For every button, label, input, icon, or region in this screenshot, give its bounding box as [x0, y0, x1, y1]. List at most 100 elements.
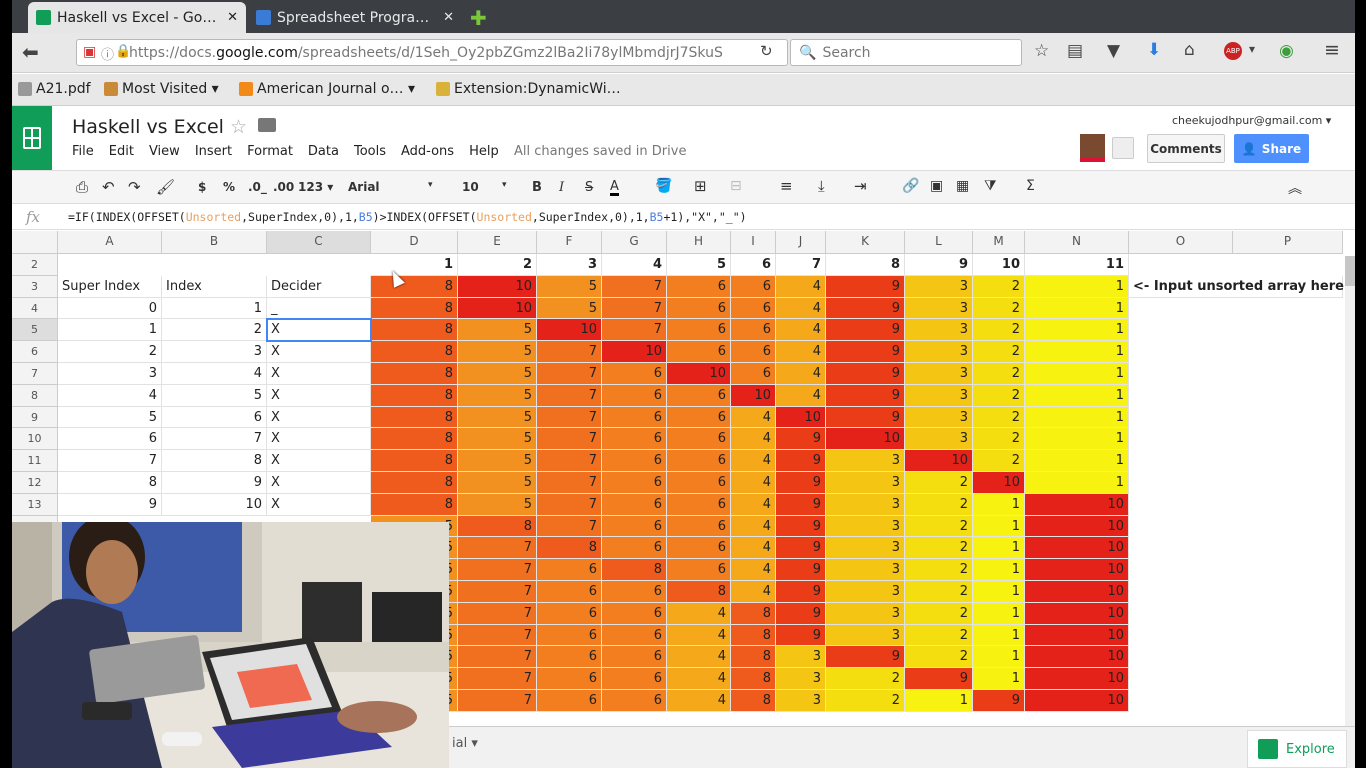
heatmap-cell[interactable]: 10 — [458, 297, 537, 320]
super-index-cell[interactable]: 0 — [58, 297, 162, 320]
menu-add-ons[interactable]: Add-ons — [401, 144, 454, 159]
index-number-cell[interactable]: 5 — [667, 254, 731, 276]
heatmap-cell[interactable]: 9 — [776, 624, 826, 647]
heatmap-cell[interactable]: 1 — [973, 581, 1025, 603]
heatmap-cell[interactable]: 6 — [537, 581, 602, 603]
currency-format-button[interactable]: $ — [198, 180, 206, 194]
explore-button[interactable]: Explore — [1247, 730, 1347, 768]
heatmap-cell[interactable]: 4 — [731, 581, 776, 603]
percent-format-button[interactable]: % — [223, 180, 235, 194]
heatmap-cell[interactable]: 5 — [458, 428, 537, 451]
heatmap-cell[interactable]: 1 — [1025, 406, 1129, 429]
index-number-cell[interactable]: 4 — [602, 254, 667, 276]
heatmap-cell[interactable]: 2 — [973, 363, 1025, 385]
heatmap-cell[interactable]: 3 — [905, 384, 973, 407]
heatmap-cell[interactable]: 6 — [667, 493, 731, 516]
heatmap-cell[interactable]: 4 — [731, 450, 776, 472]
heatmap-cell[interactable]: 1 — [973, 515, 1025, 538]
column-header-j[interactable]: J — [776, 231, 826, 254]
heatmap-cell[interactable]: 2 — [905, 559, 973, 581]
column-header-l[interactable]: L — [905, 231, 973, 254]
heatmap-cell[interactable]: 6 — [602, 668, 667, 690]
heatmap-cell[interactable]: 1 — [1025, 275, 1129, 298]
index-cell[interactable]: 2 — [162, 319, 267, 342]
label-index[interactable]: Index — [162, 275, 267, 298]
heatmap-cell[interactable]: 7 — [458, 668, 537, 690]
bookmark-a21-pdf[interactable]: A21.pdf — [18, 81, 91, 97]
tab-spreadsheet-programming[interactable]: Spreadsheet Progra… ✕ — [248, 2, 462, 33]
reading-list-icon[interactable]: ▤ — [1067, 41, 1083, 61]
heatmap-cell[interactable]: 6 — [602, 690, 667, 712]
borders-icon[interactable]: ⊞ — [694, 177, 707, 195]
heatmap-cell[interactable]: 6 — [731, 363, 776, 385]
heatmap-cell[interactable]: 2 — [973, 384, 1025, 407]
heatmap-cell[interactable]: 8 — [371, 275, 458, 298]
heatmap-cell[interactable]: 7 — [537, 472, 602, 494]
heatmap-cell[interactable]: 5 — [537, 275, 602, 298]
heatmap-cell[interactable]: 6 — [602, 537, 667, 560]
row-header-12[interactable]: 12 — [12, 472, 58, 494]
filter-icon[interactable]: ⧩ — [984, 178, 997, 194]
share-button[interactable]: 👤 Share — [1234, 134, 1309, 163]
heatmap-cell[interactable]: 6 — [667, 472, 731, 494]
heatmap-cell[interactable]: 9 — [826, 406, 905, 429]
heatmap-cell[interactable]: 6 — [602, 493, 667, 516]
heatmap-cell[interactable]: 8 — [667, 581, 731, 603]
heatmap-cell[interactable]: 10 — [776, 406, 826, 429]
align-left-icon[interactable]: ≡ — [780, 177, 793, 195]
heatmap-cell[interactable]: 1 — [973, 624, 1025, 647]
heatmap-cell[interactable]: 7 — [602, 297, 667, 320]
decider-cell[interactable]: X — [267, 450, 371, 472]
heatmap-cell[interactable]: 2 — [973, 297, 1025, 320]
heatmap-cell[interactable]: 1 — [905, 690, 973, 712]
decider-cell[interactable]: X — [267, 472, 371, 494]
heatmap-cell[interactable]: 6 — [667, 341, 731, 363]
heatmap-cell[interactable]: 6 — [537, 690, 602, 712]
sheets-logo-icon[interactable] — [12, 106, 52, 170]
bookmark-extension-dynamicwi[interactable]: Extension:DynamicWi… — [436, 81, 621, 97]
heatmap-cell[interactable]: 6 — [667, 275, 731, 298]
heatmap-cell[interactable]: 8 — [371, 428, 458, 451]
sheet-tab[interactable]: ial ▾ — [452, 736, 478, 751]
index-cell[interactable]: 1 — [162, 297, 267, 320]
print-icon[interactable]: ⎙ — [76, 178, 88, 196]
heatmap-cell[interactable]: 10 — [1025, 537, 1129, 560]
heatmap-cell[interactable]: 10 — [458, 275, 537, 298]
tab-haskell-vs-excel[interactable]: Haskell vs Excel - Go… ✕ — [28, 2, 246, 33]
heatmap-cell[interactable]: 10 — [826, 428, 905, 451]
heatmap-cell[interactable]: 7 — [602, 319, 667, 342]
vertical-scrollbar[interactable] — [1345, 256, 1355, 726]
menu-data[interactable]: Data — [308, 144, 339, 159]
heatmap-cell[interactable]: 3 — [826, 581, 905, 603]
menu-icon[interactable]: ≡ — [1324, 39, 1340, 61]
save-status[interactable]: All changes saved in Drive — [514, 144, 686, 159]
heatmap-cell[interactable]: 2 — [973, 341, 1025, 363]
heatmap-cell[interactable]: 7 — [537, 428, 602, 451]
index-cell[interactable]: 8 — [162, 450, 267, 472]
chat-icon[interactable] — [1112, 137, 1134, 159]
heatmap-cell[interactable]: 6 — [537, 668, 602, 690]
heatmap-cell[interactable]: 4 — [731, 559, 776, 581]
bold-button[interactable]: B — [532, 180, 542, 195]
chevron-down-icon[interactable]: ▾ — [1249, 42, 1255, 56]
heatmap-cell[interactable]: 2 — [905, 602, 973, 625]
heatmap-cell[interactable]: 9 — [826, 384, 905, 407]
close-tab-icon[interactable]: ✕ — [443, 10, 454, 25]
heatmap-cell[interactable]: 9 — [776, 581, 826, 603]
super-index-cell[interactable]: 8 — [58, 472, 162, 494]
heatmap-cell[interactable]: 4 — [776, 297, 826, 320]
heatmap-cell[interactable]: 10 — [667, 363, 731, 385]
heatmap-cell[interactable]: 8 — [458, 515, 537, 538]
pocket-icon[interactable]: ▼ — [1107, 41, 1120, 61]
heatmap-cell[interactable]: 9 — [776, 559, 826, 581]
heatmap-cell[interactable]: 6 — [602, 384, 667, 407]
heatmap-cell[interactable]: 6 — [602, 428, 667, 451]
heatmap-cell[interactable]: 6 — [602, 363, 667, 385]
heatmap-cell[interactable]: 8 — [731, 668, 776, 690]
super-index-cell[interactable]: 7 — [58, 450, 162, 472]
document-title[interactable]: Haskell vs Excel — [72, 116, 224, 138]
heatmap-cell[interactable]: 6 — [602, 450, 667, 472]
chart-icon[interactable]: ▦ — [956, 178, 969, 194]
heatmap-cell[interactable]: 6 — [731, 275, 776, 298]
heatmap-cell[interactable]: 2 — [905, 537, 973, 560]
